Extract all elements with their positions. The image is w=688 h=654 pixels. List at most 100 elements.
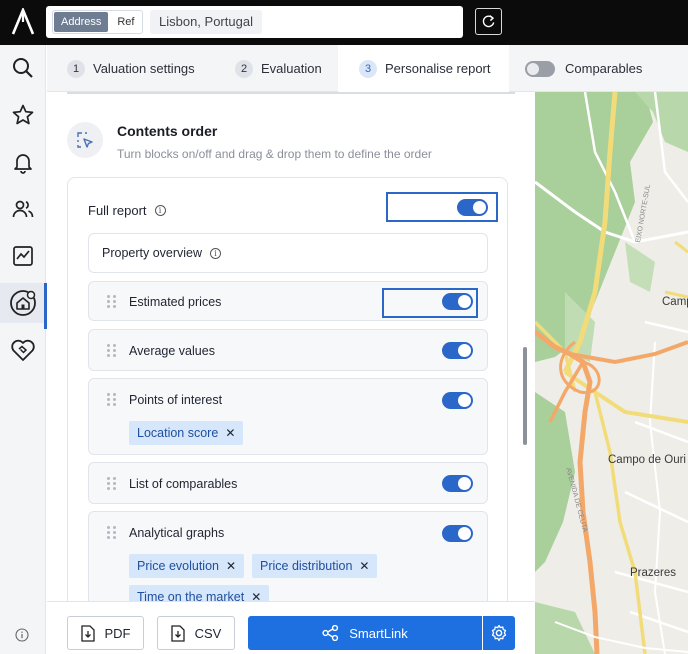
full-report-row: Full report i [88, 203, 166, 218]
share-icon [322, 625, 339, 641]
drag-handle-icon[interactable] [107, 393, 117, 407]
block-label: Average values [129, 344, 215, 358]
refresh-button[interactable] [475, 8, 502, 35]
sidebar-item-valuation[interactable] [0, 283, 47, 329]
drag-handle-icon[interactable] [107, 526, 117, 540]
map-label-camp: Camp [662, 296, 688, 308]
list-of-comparables-switch[interactable] [442, 475, 473, 492]
chip-location-score: Location score ✕ [129, 421, 244, 445]
select-drag-icon [77, 132, 93, 148]
remove-chip-icon[interactable]: ✕ [226, 559, 236, 573]
tab-label: Evaluation [261, 61, 322, 76]
info-icon[interactable]: i [210, 247, 222, 259]
points-of-interest-switch[interactable] [442, 392, 473, 409]
bottom-action-bar: PDF CSV SmartLink [47, 601, 535, 654]
star-icon [12, 104, 34, 125]
mode-ref-button[interactable]: Ref [109, 11, 142, 33]
chip-label: Price evolution [137, 559, 219, 573]
block-average-values[interactable]: Average values [88, 329, 488, 371]
remove-chip-icon[interactable]: ✕ [225, 426, 235, 440]
comparables-switch[interactable] [525, 60, 555, 77]
map-label-prazeres: Prazeres [630, 567, 677, 579]
divider [67, 92, 515, 94]
block-label: Points of interest [129, 393, 223, 407]
tab-personalise-report[interactable]: 3 Personalise report [338, 45, 509, 92]
block-label: Property overview i [102, 246, 222, 260]
remove-chip-icon[interactable]: ✕ [359, 559, 369, 573]
chip-label: Time on the market [137, 590, 245, 601]
location-chip[interactable]: Lisbon, Portugal [150, 10, 262, 34]
refresh-icon [482, 15, 495, 28]
tab-evaluation[interactable]: 2 Evaluation [235, 45, 322, 92]
chip-time-on-market: Time on the market ✕ [129, 585, 270, 601]
users-icon [12, 200, 34, 218]
smartlink-button[interactable]: SmartLink [248, 616, 482, 650]
download-file-icon [80, 624, 95, 642]
sidebar-item-analytics[interactable] [0, 236, 46, 276]
tab-valuation-settings[interactable]: 1 Valuation settings [67, 45, 195, 92]
mode-address-button[interactable]: Address [54, 12, 109, 32]
bell-icon [14, 154, 32, 174]
block-analytical-graphs[interactable]: Analytical graphs Price evolution ✕ Price… [88, 511, 488, 601]
pdf-label: PDF [104, 625, 131, 641]
sidebar-item-favorites[interactable] [0, 95, 46, 135]
smartlink-settings-button[interactable] [483, 616, 515, 650]
tab-step-number: 2 [235, 59, 253, 78]
sidebar-item-search[interactable] [0, 48, 46, 88]
sidebar-item-users[interactable] [0, 189, 46, 229]
block-label: Analytical graphs [129, 526, 225, 540]
section-subtitle: Turn blocks on/off and drag & drop them … [117, 147, 432, 161]
chart-icon [13, 246, 33, 266]
export-pdf-button[interactable]: PDF [67, 616, 144, 650]
chip-label: Location score [137, 426, 219, 440]
search-box[interactable]: Address Ref Lisbon, Portugal [46, 6, 463, 38]
comparables-label: Comparables [565, 61, 643, 76]
app-logo-icon[interactable] [10, 8, 36, 36]
scrollbar[interactable] [523, 92, 529, 592]
gear-icon [491, 624, 507, 642]
full-report-label: Full report [88, 203, 147, 218]
drag-handle-icon[interactable] [107, 295, 117, 309]
tab-step-number: 3 [359, 59, 377, 78]
info-icon[interactable] [15, 628, 29, 642]
chip-price-evolution: Price evolution ✕ [129, 554, 245, 578]
block-label: Estimated prices [129, 295, 222, 309]
block-list-of-comparables[interactable]: List of comparables [88, 462, 488, 504]
remove-chip-icon[interactable]: ✕ [251, 590, 261, 601]
analytical-graphs-switch[interactable] [442, 525, 473, 542]
block-label: List of comparables [129, 477, 238, 491]
top-bar: Address Ref Lisbon, Portugal [0, 0, 688, 45]
contents-card: Full report i Property overview i Estima… [67, 177, 508, 601]
full-report-switch[interactable] [457, 199, 488, 216]
drag-handle-icon[interactable] [107, 477, 117, 491]
block-property-overview[interactable]: Property overview i [88, 233, 488, 273]
home-valuation-icon [10, 290, 36, 316]
map-label-campo: Campo de Ouri [608, 454, 686, 466]
sidebar-item-notifications[interactable] [0, 142, 46, 182]
search-icon [13, 58, 33, 78]
tab-label: Valuation settings [93, 61, 195, 76]
comparables-toggle[interactable]: Comparables [525, 45, 642, 92]
csv-label: CSV [194, 625, 222, 641]
handshake-heart-icon [11, 339, 35, 361]
estimated-prices-switch[interactable] [442, 293, 473, 310]
drag-handle-icon[interactable] [107, 344, 117, 358]
sidebar [0, 45, 47, 654]
tab-step-number: 1 [67, 59, 85, 78]
section-title: Contents order [117, 123, 218, 139]
block-estimated-prices[interactable]: Estimated prices [88, 281, 488, 321]
block-points-of-interest[interactable]: Points of interest Location score ✕ [88, 378, 488, 455]
step-tabs: 1 Valuation settings 2 Evaluation 3 Pers… [47, 45, 688, 92]
download-file-icon [170, 624, 185, 642]
export-csv-button[interactable]: CSV [157, 616, 235, 650]
chip-price-distribution: Price distribution ✕ [252, 554, 378, 578]
smartlink-label: SmartLink [349, 625, 408, 641]
chip-label: Price distribution [260, 559, 353, 573]
info-icon[interactable]: i [154, 205, 166, 216]
sidebar-item-deals[interactable] [0, 330, 46, 370]
scrollbar-thumb[interactable] [523, 347, 527, 445]
average-values-switch[interactable] [442, 342, 473, 359]
section-icon [67, 122, 103, 158]
map-view[interactable]: Camp Campo de Ouri Prazeres EIXO NORTE-S… [535, 92, 688, 654]
tab-label: Personalise report [385, 61, 491, 76]
